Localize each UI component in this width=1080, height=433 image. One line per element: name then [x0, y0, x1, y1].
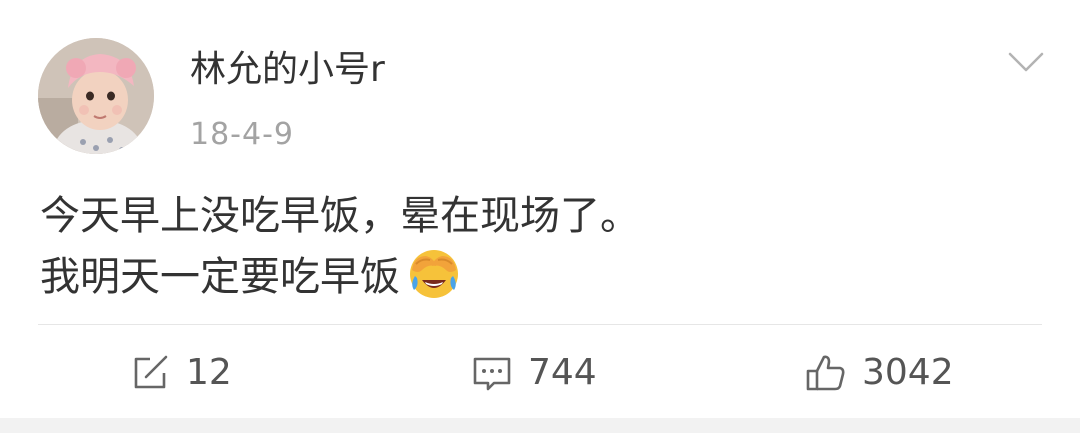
post-body: 今天早上没吃早饭，晕在现场了。 我明天一定要吃早饭	[40, 186, 1040, 307]
avatar-image	[38, 38, 154, 154]
divider	[38, 324, 1042, 325]
repost-icon	[128, 351, 172, 395]
like-count: 3042	[862, 352, 954, 393]
post-text-line-2: 我明天一定要吃早饭	[40, 246, 1040, 307]
thumbs-up-icon	[804, 351, 848, 395]
comment-icon	[470, 351, 514, 395]
repost-button[interactable]: 12	[128, 346, 232, 400]
post-timestamp: 18-4-9	[190, 117, 294, 152]
weibo-post-card: 林允的小号r 18-4-9 今天早上没吃早饭，晕在现场了。 我明天一定要吃早饭	[0, 0, 1080, 418]
avatar[interactable]	[38, 38, 154, 154]
repost-count: 12	[186, 352, 232, 393]
username[interactable]: 林允的小号r	[190, 48, 385, 92]
comment-button[interactable]: 744	[470, 346, 597, 400]
comment-count: 744	[528, 352, 597, 393]
post-text-line-2-text: 我明天一定要吃早饭	[40, 254, 400, 300]
post-text-line-1: 今天早上没吃早饭，晕在现场了。	[40, 193, 640, 239]
crying-laughing-face-icon	[406, 246, 462, 302]
chevron-down-icon[interactable]	[1006, 48, 1046, 78]
like-button[interactable]: 3042	[804, 346, 954, 400]
feed-separator	[0, 418, 1080, 433]
